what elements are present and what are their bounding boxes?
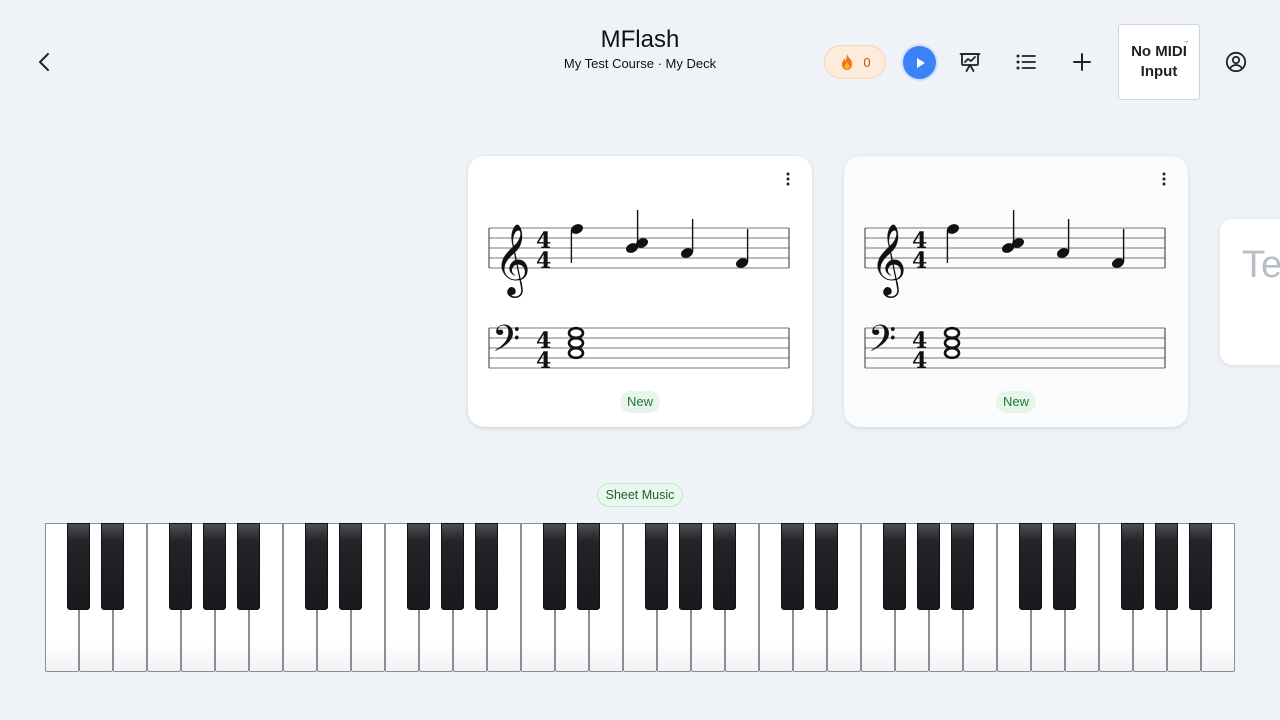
add-button[interactable]: [1067, 47, 1097, 77]
black-key[interactable]: [1155, 523, 1178, 610]
mode-toggle-pill[interactable]: Sheet Music: [597, 483, 683, 507]
black-key[interactable]: [407, 523, 430, 610]
midi-select-value: No MIDI Input: [1131, 43, 1187, 80]
fire-icon: [842, 54, 853, 70]
more-vertical-icon: [1162, 172, 1166, 186]
stats-button[interactable]: [955, 47, 985, 77]
black-key[interactable]: [101, 523, 124, 610]
chevron-down-icon: ⌄: [1182, 35, 1190, 45]
black-key[interactable]: [237, 523, 260, 610]
card-menu-button[interactable]: [780, 170, 796, 188]
list-icon: [1016, 54, 1036, 70]
black-key[interactable]: [577, 523, 600, 610]
peek-card-text: Te: [1242, 244, 1280, 286]
black-key[interactable]: [305, 523, 328, 610]
black-key[interactable]: [543, 523, 566, 610]
streak-count: 0: [863, 54, 871, 70]
piano-keyboard[interactable]: [45, 523, 1235, 672]
black-key[interactable]: [67, 523, 90, 610]
black-key[interactable]: [203, 523, 226, 610]
play-button[interactable]: [903, 46, 936, 79]
sheet-music-notation: 𝄞𝄢4444: [864, 210, 1166, 374]
black-key[interactable]: [1189, 523, 1212, 610]
plus-icon: [1073, 53, 1091, 71]
black-key[interactable]: [1121, 523, 1144, 610]
black-key[interactable]: [917, 523, 940, 610]
black-key[interactable]: [781, 523, 804, 610]
title-block: MFlash My Test Course · My Deck: [440, 26, 840, 73]
black-key[interactable]: [475, 523, 498, 610]
time-signature-bottom: 4: [912, 348, 927, 374]
course-deck-subtitle: My Test Course · My Deck: [563, 56, 717, 71]
play-icon: [916, 57, 925, 68]
status-badge: New: [619, 391, 661, 413]
black-key[interactable]: [815, 523, 838, 610]
midi-input-select[interactable]: No MIDI Input ⌄: [1118, 24, 1200, 100]
streak-badge[interactable]: 0: [824, 45, 886, 79]
whole-note: [943, 346, 961, 360]
presentation-chart-icon: [959, 53, 981, 72]
time-signature-bottom: 4: [912, 248, 927, 274]
flashcard[interactable]: 𝄞 𝄢 4 4 4 4 New: [844, 156, 1188, 427]
chevron-left-icon: [39, 53, 49, 71]
more-vertical-icon: [786, 172, 790, 186]
whole-note: [567, 336, 585, 350]
status-badge: New: [995, 391, 1037, 413]
treble-clef-icon: 𝄞: [870, 222, 907, 298]
card-menu-button[interactable]: [1156, 170, 1172, 188]
back-button[interactable]: [30, 47, 58, 77]
user-circle-icon: [1225, 51, 1247, 73]
list-button[interactable]: [1011, 47, 1041, 77]
black-key[interactable]: [1019, 523, 1042, 610]
black-key[interactable]: [679, 523, 702, 610]
time-signature-bottom: 4: [536, 348, 551, 374]
black-key[interactable]: [1053, 523, 1076, 610]
black-key[interactable]: [713, 523, 736, 610]
black-key[interactable]: [951, 523, 974, 610]
whole-note: [943, 326, 961, 340]
time-signature-bottom: 4: [536, 248, 551, 274]
black-key[interactable]: [883, 523, 906, 610]
whole-note: [567, 326, 585, 340]
treble-clef-icon: 𝄞: [494, 222, 531, 298]
black-key[interactable]: [169, 523, 192, 610]
account-button[interactable]: [1221, 47, 1251, 77]
bass-clef-icon: 𝄢: [868, 318, 896, 369]
bass-clef-icon: 𝄢: [492, 318, 520, 369]
flashcard[interactable]: 𝄞 𝄢 4 4 4 4 New: [468, 156, 812, 427]
black-key[interactable]: [441, 523, 464, 610]
whole-note: [567, 346, 585, 360]
app-title: MFlash: [600, 26, 680, 53]
next-flashcard-peek[interactable]: Te: [1220, 219, 1280, 365]
black-key[interactable]: [645, 523, 668, 610]
black-key[interactable]: [339, 523, 362, 610]
sheet-music-notation: 𝄞𝄢4444: [488, 210, 790, 374]
whole-note: [943, 336, 961, 350]
